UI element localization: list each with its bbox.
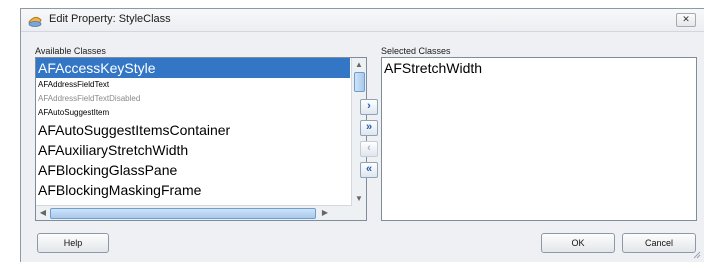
list-item[interactable]: AFAuxiliaryStretchWidth [36, 140, 350, 160]
move-all-right-button[interactable]: » [360, 120, 378, 136]
move-right-button[interactable]: › [360, 99, 378, 115]
available-items: AFAccessKeyStyle AFAddressFieldText AFAddr… [36, 58, 350, 200]
list-item[interactable]: AFBlockingMaskingFrame [36, 180, 350, 200]
list-item[interactable]: AFBlockingGlassPane [36, 160, 350, 180]
move-left-button[interactable]: ‹ [360, 141, 378, 157]
help-button[interactable]: Help [37, 233, 109, 253]
cancel-button[interactable]: Cancel [622, 233, 696, 253]
dialog-title: Edit Property: StyleClass [49, 13, 171, 25]
close-button[interactable]: ✕ [676, 13, 696, 27]
close-icon: ✕ [682, 14, 690, 24]
horizontal-scrollbar[interactable]: ◀ ▶ [36, 205, 352, 220]
double-chevron-right-icon: » [365, 121, 373, 133]
edit-property-dialog: Edit Property: StyleClass ✕ Available Cl… [20, 8, 704, 262]
scroll-corner [352, 206, 366, 220]
title-bar: Edit Property: StyleClass ✕ [21, 9, 704, 32]
app-icon [27, 12, 43, 28]
chevron-right-icon: › [367, 100, 371, 112]
list-item[interactable]: AFAddressFieldText [36, 78, 350, 92]
ok-button[interactable]: OK [541, 233, 615, 253]
double-chevron-left-icon: « [365, 163, 373, 175]
list-item[interactable]: AFAddressFieldTextDisabled [36, 92, 350, 106]
list-item[interactable]: AFAccessKeyStyle [36, 58, 350, 78]
vertical-scroll-thumb[interactable] [354, 72, 365, 92]
selected-item[interactable]: AFStretchWidth [384, 60, 482, 76]
available-classes-list[interactable]: AFAccessKeyStyle AFAddressFieldText AFAddr… [35, 57, 367, 221]
scroll-down-icon[interactable]: ▼ [352, 192, 366, 206]
horizontal-scroll-thumb[interactable] [50, 208, 316, 219]
selected-classes-label: Selected Classes [381, 46, 451, 56]
resize-grip-icon[interactable] [693, 251, 701, 259]
selected-classes-list[interactable]: AFStretchWidth [381, 57, 697, 221]
available-classes-label: Available Classes [35, 46, 106, 56]
scroll-up-icon[interactable]: ▲ [352, 58, 366, 72]
chevron-left-icon: ‹ [367, 142, 371, 154]
scroll-right-icon[interactable]: ▶ [318, 206, 332, 220]
list-item[interactable]: AFAutoSuggestItem [36, 106, 350, 120]
list-item[interactable]: AFAutoSuggestItemsContainer [36, 120, 350, 140]
move-all-left-button[interactable]: « [360, 162, 378, 178]
scroll-left-icon[interactable]: ◀ [36, 206, 50, 220]
